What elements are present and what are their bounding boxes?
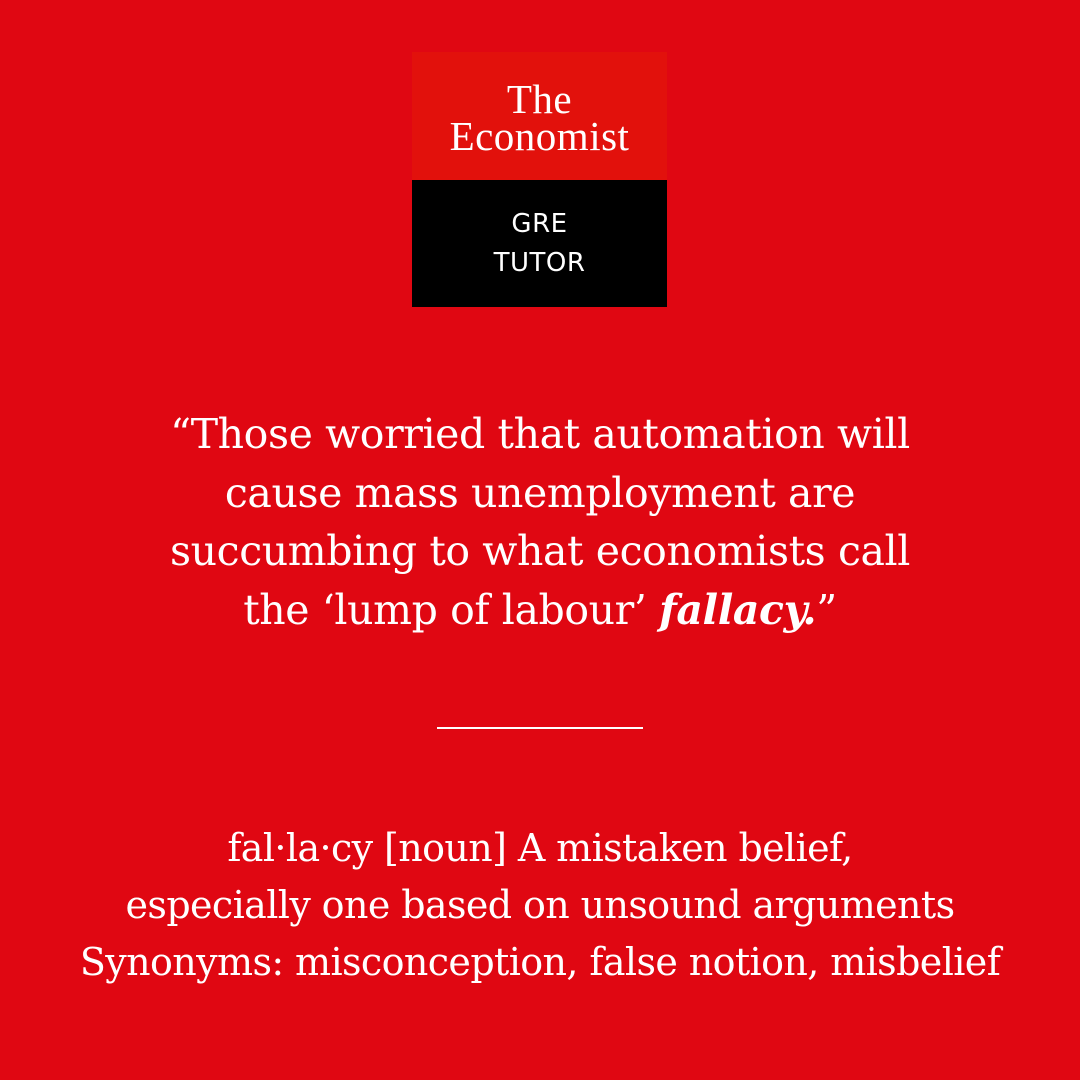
logo-brand-line1: The [506,76,573,122]
logo-product-panel: GRE TUTOR [412,180,667,307]
quote-line-3: succumbing to what economists call [170,527,910,575]
logo-brand-line2: Economist [449,113,630,159]
logo-brand-panel: The Economist [412,52,667,180]
quote-line-2: cause mass unemployment are [224,468,856,517]
quote-line-4: the ‘lump of labour’ fallacy.” [0,581,1080,640]
definition-text: fal·la·cy [noun] A mistaken belief, espe… [0,820,1080,991]
definition-line-1: fal·la·cy [noun] A mistaken belief, [227,826,853,870]
definition-line-2: especially one based on unsound argument… [125,883,956,927]
divider-line [437,727,643,729]
quote-line-1: “Those worried that automation will [170,410,910,458]
logo-product-line2: TUTOR [493,247,586,278]
economist-gre-tutor-logo: The Economist GRE TUTOR [412,52,667,307]
quote-text: “Those worried that automation will caus… [0,405,1080,639]
quote-line-4-suffix: ” [816,585,837,634]
highlighted-term: fallacy. [659,585,817,634]
logo-product-line1: GRE [511,208,568,239]
definition-synonyms: Synonyms: misconception, false notion, m… [79,940,1001,984]
quote-line-4-prefix: the ‘lump of labour’ [243,585,660,634]
